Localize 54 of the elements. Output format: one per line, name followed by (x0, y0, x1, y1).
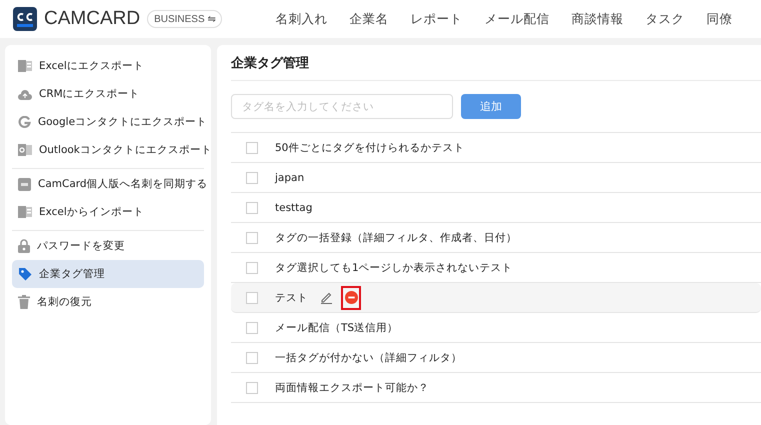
mail-app-icon (18, 144, 32, 156)
sidebar-item[interactable]: CRMにエクスポート (12, 80, 204, 108)
logo-text: CAMCARD (44, 8, 140, 30)
checkbox[interactable] (246, 202, 258, 214)
remove-icon[interactable] (344, 291, 358, 304)
pencil-icon[interactable] (320, 291, 333, 304)
tag-label: 50件ごとにタグを付けられるかテスト (275, 140, 464, 154)
nav-link[interactable]: 同僚 (695, 10, 744, 28)
sidebar-item-label: Excelにエクスポート (39, 59, 144, 73)
tag-label: testtag (275, 202, 312, 214)
app-logo-icon (13, 7, 37, 31)
lock-icon (18, 239, 30, 253)
nav-link[interactable]: メール配信 (473, 10, 560, 28)
sidebar-item[interactable]: パスワードを変更 (12, 232, 204, 260)
spreadsheet-icon (18, 60, 32, 72)
nav-link[interactable]: 名刺入れ (264, 10, 338, 28)
app-logo-icon (18, 178, 31, 190)
sidebar-item[interactable]: 企業タグ管理 (12, 260, 204, 288)
checkbox[interactable] (246, 262, 258, 274)
panel-title: 企業タグ管理 (231, 45, 761, 81)
tag-label: テスト (275, 290, 308, 304)
cloud-upload-icon (18, 88, 32, 100)
tag-label: japan (275, 172, 304, 184)
sidebar-item-label: CRMにエクスポート (39, 87, 140, 101)
edition-badge: BUSINESS ⇋ (147, 10, 222, 28)
tag-label: タグの一括登録（詳細フィルタ、作成者、日付） (275, 230, 517, 244)
tag-label: 両面情報エクスポート可能か？ (275, 380, 429, 394)
checkbox[interactable] (246, 232, 258, 244)
sidebar-item[interactable]: Excelにエクスポート (12, 52, 204, 80)
letter-g-icon (18, 116, 31, 128)
sidebar-item[interactable]: Excelからインポート (12, 198, 204, 226)
checkbox[interactable] (246, 322, 258, 334)
sidebar-item[interactable]: 名刺の復元 (12, 288, 204, 316)
checkbox[interactable] (246, 382, 258, 394)
tag-label: 一括タグが付かない（詳細フィルタ） (275, 350, 462, 364)
nav-link[interactable]: タスク (634, 10, 696, 28)
nav-link[interactable]: 企業名 (338, 10, 400, 28)
checkbox[interactable] (246, 352, 258, 364)
tag-label: メール配信（TS送信用） (275, 320, 398, 334)
sidebar-item-label: Excelからインポート (39, 205, 144, 219)
nav-link[interactable]: レポート (399, 10, 474, 28)
tag-name-field[interactable]: タグ名を入力してください (231, 94, 453, 119)
trash-icon (18, 295, 30, 309)
tag-label: タグ選択しても1ページしか表示されないテスト (275, 260, 513, 274)
tag-icon (18, 267, 32, 281)
checkbox[interactable] (246, 292, 258, 304)
sidebar-item-label: 名刺の復元 (37, 295, 92, 309)
sidebar-item-label: Outlookコンタクトにエクスポート (39, 143, 212, 157)
sidebar-item-label: パスワードを変更 (37, 239, 125, 253)
checkbox[interactable] (246, 142, 258, 154)
checkbox[interactable] (246, 172, 258, 184)
spreadsheet-icon (18, 206, 32, 218)
nav-link[interactable]: 商談情報 (560, 10, 634, 28)
sidebar-item-label: 企業タグ管理 (39, 267, 105, 281)
